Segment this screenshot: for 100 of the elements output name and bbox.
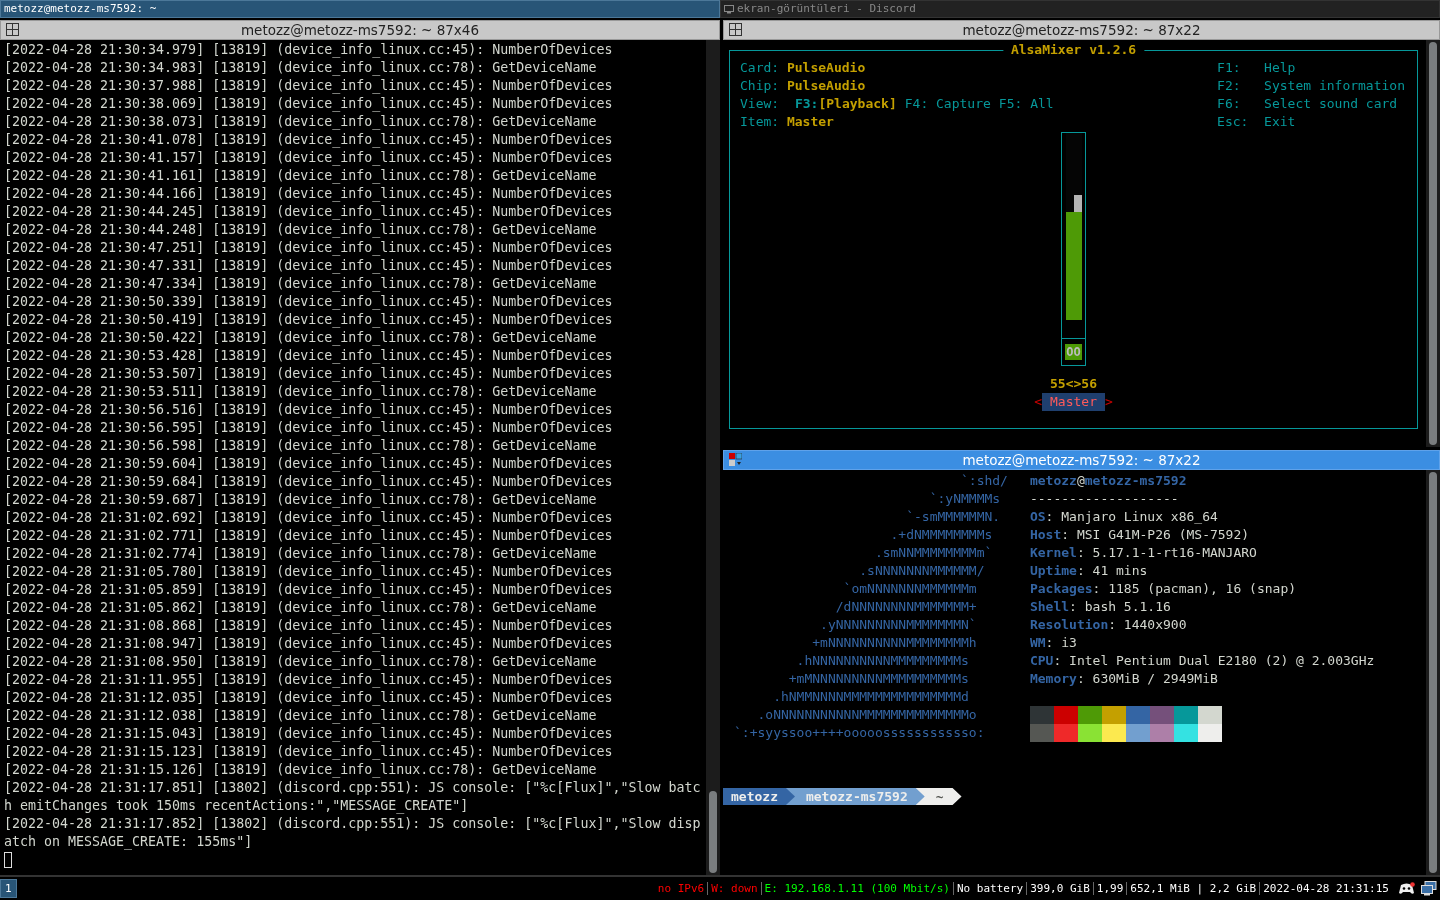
status-item: W: down	[707, 882, 761, 895]
status-item: 1,99	[1092, 882, 1127, 895]
log-line: [2022-04-28 21:31:02.774] [13819] (device_info_linux.cc:78): GetDeviceName	[4, 545, 598, 563]
shortcut-label: Help	[1264, 60, 1296, 75]
log-line: [2022-04-28 21:30:41.157] [13819] (device_info_linux.cc:45): NumberOfDevices	[4, 149, 614, 167]
log-line: [2022-04-28 21:30:38.073] [13819] (device_info_linux.cc:78): GetDeviceName	[4, 113, 598, 131]
log-line: [2022-04-28 21:31:15.126] [13819] (device_info_linux.cc:78): GetDeviceName	[4, 761, 598, 779]
separator-rule: -------------------	[1029, 490, 1180, 508]
scrollbar-thumb[interactable]	[1429, 42, 1437, 445]
window-tab[interactable]: ekran-görüntüleri - Discord	[720, 0, 1440, 18]
log-line: [2022-04-28 21:31:11.955] [13819] (device_info_linux.cc:45): NumberOfDevices	[4, 671, 614, 689]
prompt-segment: metozz-ms7592	[785, 788, 926, 805]
log-line: [2022-04-28 21:30:56.598] [13819] (device_info_linux.cc:78): GetDeviceName	[4, 437, 598, 455]
log-line: [2022-04-28 21:31:15.123] [13819] (device_info_linux.cc:45): NumberOfDevices	[4, 743, 614, 761]
log-line: [2022-04-28 21:30:59.684] [13819] (device_info_linux.cc:45): NumberOfDevices	[4, 473, 614, 491]
log-line: [2022-04-28 21:30:53.507] [13819] (device_info_linux.cc:45): NumberOfDevices	[4, 365, 614, 383]
log-line: [2022-04-28 21:31:17.851] [13802] (discord.cpp:551): JS console: ["%c[Flux]","Slow batch emitChanges took 150ms recentActions:","MESSAGE_CREATE"]	[4, 779, 702, 815]
log-line: [2022-04-28 21:30:47.331] [13819] (device_info_linux.cc:45): NumberOfDevices	[4, 257, 614, 275]
peak-marker	[1074, 194, 1082, 212]
ascii-logo-line: .yNNNNNNNNNMMMMMMMN`	[819, 616, 978, 634]
log-line: [2022-04-28 21:31:17.852] [13802] (discord.cpp:551): JS console: ["%c[Flux]","Slow dispatch on MESSAGE_CREATE: 155ms"]	[4, 815, 702, 851]
channel-name[interactable]: Master	[1042, 393, 1105, 411]
window-title: metozz@metozz-ms7592: ~ 87x46	[240, 22, 480, 38]
workspace-button[interactable]: 1	[0, 879, 17, 898]
log-line: [2022-04-28 21:30:44.166] [13819] (device_info_linux.cc:45): NumberOfDevices	[4, 185, 614, 203]
layout-icon[interactable]	[729, 23, 742, 36]
log-line: [2022-04-28 21:30:38.069] [13819] (device_info_linux.cc:45): NumberOfDevices	[4, 95, 614, 113]
field-value: PulseAudio	[786, 60, 866, 75]
log-line: [2022-04-28 21:31:05.862] [13819] (device_info_linux.cc:78): GetDeviceName	[4, 599, 598, 617]
view-option[interactable]: F3:[Playback]	[794, 96, 897, 111]
log-line: [2022-04-28 21:31:05.780] [13819] (device_info_linux.cc:45): NumberOfDevices	[4, 563, 614, 581]
status-item: no IPv6	[656, 882, 706, 895]
ascii-logo-line: /dNNNNNNNNMMMMMMM+	[834, 598, 978, 616]
log-line: [2022-04-28 21:31:15.043] [13819] (device_info_linux.cc:45): NumberOfDevices	[4, 725, 614, 743]
window-title: metozz@metozz-ms7592: ~ 87x22	[962, 22, 1201, 38]
log-line: [2022-04-28 21:30:47.251] [13819] (device_info_linux.cc:45): NumberOfDevices	[4, 239, 614, 257]
field-value: Master	[786, 114, 834, 129]
log-line: [2022-04-28 21:30:44.245] [13819] (device_info_linux.cc:45): NumberOfDevices	[4, 203, 614, 221]
log-line: [2022-04-28 21:31:02.692] [13819] (device_info_linux.cc:45): NumberOfDevices	[4, 509, 614, 527]
ascii-logo-line: +mNNNNNNNNNNMMMMMMMMh	[811, 634, 978, 652]
prompt-segment: metozz	[723, 788, 796, 805]
shortcut-key: Esc:	[1217, 113, 1265, 131]
system-info: Kernel: 5.17.1-1-rt16-MANJARO	[1029, 544, 1258, 562]
volume-reading: 55<>56	[1050, 375, 1097, 393]
field-label: Chip:	[740, 78, 780, 93]
view-option[interactable]: F5: All	[998, 96, 1054, 111]
layout-icon[interactable]	[729, 453, 742, 466]
log-line: [2022-04-28 21:31:12.038] [13819] (device_info_linux.cc:78): GetDeviceName	[4, 707, 598, 725]
ascii-logo-line: `omNNNNNNNMMMMMMm	[842, 580, 978, 598]
ascii-logo-line: `-smMMMMMMN.	[905, 508, 1002, 526]
view-option[interactable]: F4: Capture	[904, 96, 991, 111]
cursor-icon	[4, 852, 12, 868]
log-line: [2022-04-28 21:31:08.947] [13819] (device_info_linux.cc:45): NumberOfDevices	[4, 635, 614, 653]
log-line: [2022-04-28 21:30:53.428] [13819] (device_info_linux.cc:45): NumberOfDevices	[4, 347, 614, 365]
log-line: [2022-04-28 21:30:56.516] [13819] (device_info_linux.cc:45): NumberOfDevices	[4, 401, 614, 419]
status-item: No battery	[952, 882, 1027, 895]
ascii-logo-line: .+dNMMMMMMMMs	[889, 526, 994, 544]
log-line: [2022-04-28 21:30:50.422] [13819] (device_info_linux.cc:78): GetDeviceName	[4, 329, 598, 347]
ascii-logo-line: .hNMMNNNNMMMMMMMMMMMMMMMd	[772, 688, 970, 706]
system-info: Shell: bash 5.1.16	[1029, 598, 1172, 616]
log-line: [2022-04-28 21:30:50.419] [13819] (device_info_linux.cc:45): NumberOfDevices	[4, 311, 614, 329]
log-line: [2022-04-28 21:31:02.771] [13819] (device_info_linux.cc:45): NumberOfDevices	[4, 527, 614, 545]
log-line: [2022-04-28 21:30:34.983] [13819] (device_info_linux.cc:78): GetDeviceName	[4, 59, 598, 77]
log-line: [2022-04-28 21:30:34.979] [13819] (device_info_linux.cc:45): NumberOfDevices	[4, 41, 614, 59]
log-line: [2022-04-28 21:30:50.339] [13819] (device_info_linux.cc:45): NumberOfDevices	[4, 293, 614, 311]
ascii-logo-line: .sNNNNNNNMMMMMM/	[858, 562, 986, 580]
log-line: [2022-04-28 21:30:41.161] [13819] (device_info_linux.cc:78): GetDeviceName	[4, 167, 598, 185]
log-line: [2022-04-28 21:30:56.595] [13819] (device_info_linux.cc:45): NumberOfDevices	[4, 419, 614, 437]
game-controller-icon[interactable]	[1398, 881, 1415, 896]
log-line: [2022-04-28 21:31:12.035] [13819] (device_info_linux.cc:45): NumberOfDevices	[4, 689, 614, 707]
monitor-icon[interactable]	[1421, 881, 1437, 896]
system-info: Uptime: 41 mins	[1029, 562, 1149, 580]
ascii-logo-line: `:yNMMMMs	[928, 490, 1002, 508]
log-line: [2022-04-28 21:31:08.868] [13819] (device_info_linux.cc:45): NumberOfDevices	[4, 617, 614, 635]
log-line: [2022-04-28 21:30:59.604] [13819] (device_info_linux.cc:45): NumberOfDevices	[4, 455, 614, 473]
scrollbar-thumb[interactable]	[709, 791, 717, 873]
user-host: metozz@metozz-ms7592	[1029, 472, 1188, 490]
log-line: [2022-04-28 21:31:05.859] [13819] (device_info_linux.cc:45): NumberOfDevices	[4, 581, 614, 599]
log-line: [2022-04-28 21:30:59.687] [13819] (device_info_linux.cc:78): GetDeviceName	[4, 491, 598, 509]
window-tab[interactable]: metozz@metozz-ms7592: ~	[0, 0, 720, 18]
field-label: View:	[740, 96, 780, 111]
system-info: OS: Manjaro Linux x86_64	[1029, 508, 1219, 526]
layout-icon[interactable]	[6, 23, 19, 36]
log-line: [2022-04-28 21:30:47.334] [13819] (device_info_linux.cc:78): GetDeviceName	[4, 275, 598, 293]
field-value: PulseAudio	[786, 78, 866, 93]
ascii-logo-line: .smNNMMMMMMMMm`	[873, 544, 994, 562]
log-line: [2022-04-28 21:31:08.950] [13819] (device_info_linux.cc:78): GetDeviceName	[4, 653, 598, 671]
ascii-logo-line: .oNNNNNNNNNNNMMMMMMMMMMMMMMo	[756, 706, 978, 724]
ascii-logo-line: +mMNNNNNNNNNMMMMMMMMMMs	[787, 670, 970, 688]
arrow-marker: >	[1105, 393, 1113, 411]
log-line: [2022-04-28 21:30:37.988] [13819] (device_info_linux.cc:45): NumberOfDevices	[4, 77, 614, 95]
scrollbar-thumb[interactable]	[1429, 472, 1437, 873]
window-title: metozz@metozz-ms7592: ~ 87x22	[962, 452, 1201, 468]
status-item: E: 192.168.1.11 (100 Mbit/s)	[760, 882, 953, 895]
system-info: Packages: 1185 (pacman), 16 (snap)	[1029, 580, 1298, 598]
volume-track[interactable]	[1066, 133, 1082, 320]
log-line: [2022-04-28 21:30:44.248] [13819] (device_info_linux.cc:78): GetDeviceName	[4, 221, 598, 239]
system-info: CPU: Intel Pentium Dual E2180 (2) @ 2.003GHz	[1029, 652, 1375, 670]
shortcut-key: F1:	[1217, 59, 1265, 77]
shortcut-label: Select sound card	[1264, 96, 1398, 111]
